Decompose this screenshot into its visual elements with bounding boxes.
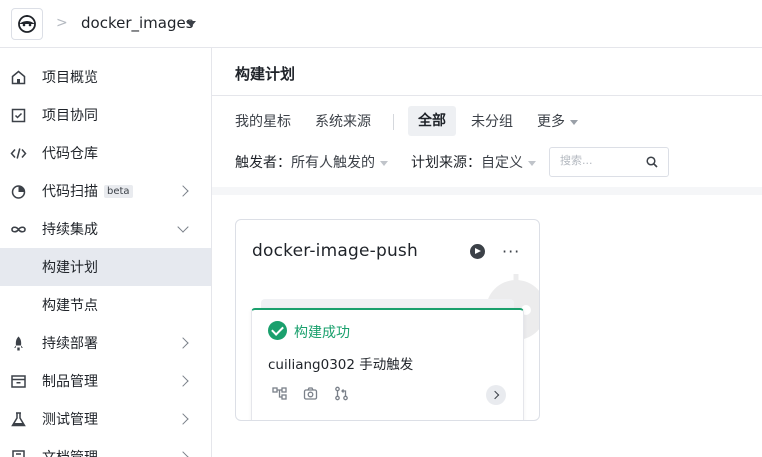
search-input[interactable] xyxy=(560,154,640,167)
plan-name[interactable]: docker-image-push xyxy=(252,241,418,261)
merge-request-icon[interactable] xyxy=(334,386,349,401)
sidebar-item-testing[interactable]: 测试管理 xyxy=(0,400,211,438)
sidebar-item-label: 代码扫描 xyxy=(42,184,98,200)
sidebar-item-label: 构建计划 xyxy=(42,260,98,276)
sidebar-item-label: 项目概览 xyxy=(42,70,98,86)
tab-all[interactable]: 全部 xyxy=(408,106,456,136)
sidebar-item-docs[interactable]: 文档管理 xyxy=(0,438,211,457)
sidebar-item-label: 测试管理 xyxy=(42,412,98,428)
divider xyxy=(393,114,394,130)
main-content: 构建计划 我的星标 系统来源 全部 未分组 更多 触发者： 所有人触发的 计划来… xyxy=(212,48,762,457)
chevron-right-icon xyxy=(177,413,189,425)
code-icon xyxy=(10,148,27,159)
pipeline-icon[interactable] xyxy=(272,386,287,401)
sidebar-item-ci[interactable]: 持续集成 xyxy=(0,210,211,248)
trigger-filter-value: 所有人触发的 xyxy=(291,155,375,171)
source-filter-value: 自定义 xyxy=(481,155,523,171)
filter-area xyxy=(212,96,762,187)
chevron-right-icon xyxy=(177,185,189,197)
run-status: 构建成功 xyxy=(294,325,350,341)
sidebar-item-collaboration[interactable]: 项目协同 xyxy=(0,96,211,134)
chevron-right-icon xyxy=(177,451,189,457)
sidebar-item-label: 项目协同 xyxy=(42,108,98,124)
chevron-down-icon xyxy=(177,221,189,233)
tab-starred[interactable]: 我的星标 xyxy=(235,111,291,133)
tab-more[interactable]: 更多 xyxy=(537,111,578,133)
infinity-icon xyxy=(11,226,26,233)
scan-icon xyxy=(11,185,26,199)
trigger-filter-label: 触发者： xyxy=(235,155,291,171)
project-selector[interactable]: docker_images xyxy=(81,14,194,32)
sidebar-item-label: 文档管理 xyxy=(42,447,98,457)
chevron-right-icon xyxy=(177,337,189,349)
search-icon[interactable] xyxy=(646,156,658,168)
chevron-down-icon xyxy=(380,160,388,166)
check-circle-icon xyxy=(268,321,287,340)
page-title: 构建计划 xyxy=(235,65,296,83)
more-icon[interactable]: ··· xyxy=(502,242,520,261)
app-logo[interactable] xyxy=(11,8,43,40)
sidebar-item-label: 制品管理 xyxy=(42,374,98,390)
play-icon[interactable] xyxy=(470,244,485,259)
sidebar-item-build-nodes[interactable]: 构建节点 xyxy=(0,286,211,324)
chevron-right-icon xyxy=(177,375,189,387)
tab-system-source[interactable]: 系统来源 xyxy=(315,111,371,133)
sidebar-item-build-plans[interactable]: 构建计划 xyxy=(0,248,211,286)
top-bar: > docker_images xyxy=(0,0,762,48)
sidebar-item-cd[interactable]: 持续部署 xyxy=(0,324,211,362)
divider xyxy=(212,187,762,195)
octopus-logo-icon xyxy=(18,15,36,33)
flask-icon xyxy=(11,412,26,427)
sidebar-item-artifacts[interactable]: 制品管理 xyxy=(0,362,211,400)
build-plan-card[interactable]: docker-image-push ··· 构建成功 cuiliang0302 … xyxy=(235,219,540,421)
home-icon xyxy=(11,70,26,85)
tab-more-label: 更多 xyxy=(537,114,565,130)
sidebar-item-label: 代码仓库 xyxy=(42,146,98,162)
trigger-filter-select[interactable]: 所有人触发的 xyxy=(291,152,388,172)
run-trigger-info: cuiliang0302 手动触发 xyxy=(268,357,414,373)
book-icon xyxy=(12,450,25,457)
tab-ungrouped[interactable]: 未分组 xyxy=(471,111,513,133)
breadcrumb-separator: > xyxy=(56,15,68,31)
sidebar-item-label: 构建节点 xyxy=(42,298,98,314)
sidebar-item-code-scan[interactable]: 代码扫描 beta xyxy=(0,172,211,210)
source-filter-select[interactable]: 自定义 xyxy=(481,152,536,172)
chevron-down-icon xyxy=(528,160,536,166)
chevron-right-icon[interactable] xyxy=(486,385,506,405)
source-filter-label: 计划来源： xyxy=(411,155,481,171)
sidebar-item-overview[interactable]: 项目概览 xyxy=(0,58,211,96)
sidebar-item-label: 持续部署 xyxy=(42,336,98,352)
box-icon xyxy=(11,375,26,388)
chevron-down-icon[interactable] xyxy=(186,21,196,27)
rocket-icon xyxy=(14,336,23,351)
beta-badge: beta xyxy=(104,184,133,198)
sidebar-item-code-repo[interactable]: 代码仓库 xyxy=(0,134,211,172)
sidebar-item-label: 持续集成 xyxy=(42,222,98,238)
checkbox-icon xyxy=(11,108,26,123)
search-box[interactable] xyxy=(549,147,669,177)
chevron-down-icon xyxy=(570,119,578,125)
camera-icon[interactable] xyxy=(303,386,318,401)
sidebar: 项目概览 项目协同 代码仓库 代码扫描 beta 持续集成 构建计划 构建节点 … xyxy=(0,48,212,457)
latest-run-card[interactable]: 构建成功 cuiliang0302 手动触发 xyxy=(251,308,524,420)
